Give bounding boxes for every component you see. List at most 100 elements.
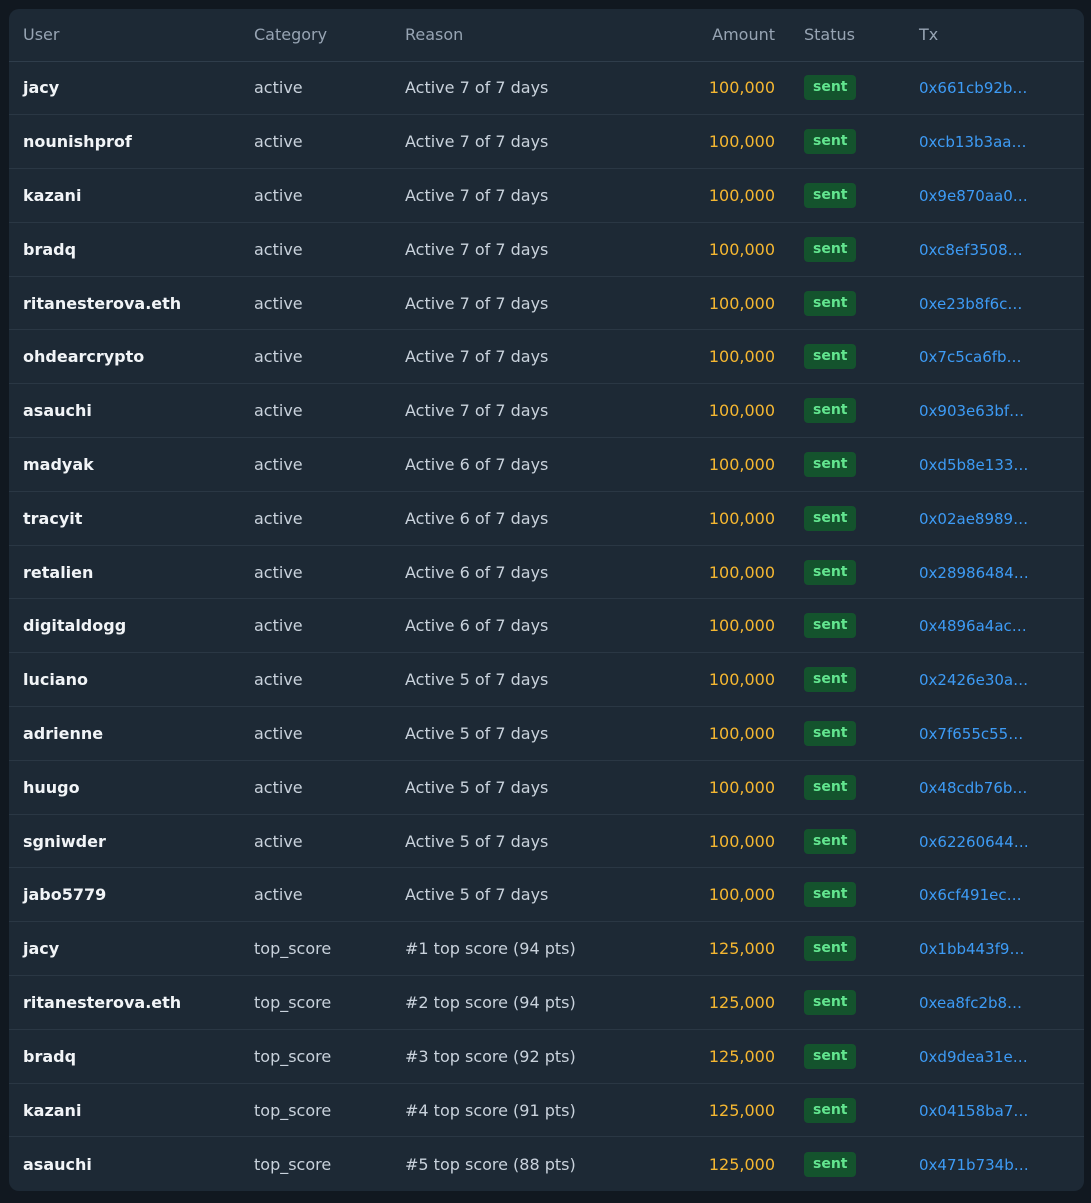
cell-user: bradq — [23, 1046, 77, 1066]
cell-user: retalien — [23, 562, 94, 582]
cell-reason: Active 5 of 7 days — [405, 670, 549, 690]
cell-category: active — [254, 78, 303, 98]
tx-link[interactable]: 0x9e870aa0… — [919, 187, 1028, 205]
cell-spacer — [775, 1083, 804, 1137]
tx-link[interactable]: 0x02ae8989… — [919, 510, 1028, 528]
cell-user: ritanesterova.eth — [23, 992, 182, 1012]
tx-link[interactable]: 0xd5b8e133… — [919, 456, 1028, 474]
cell-spacer — [775, 384, 804, 438]
cell-status: sent — [804, 491, 919, 545]
cell-reason: Active 6 of 7 days — [405, 508, 549, 528]
cell-category: top_score — [254, 992, 332, 1012]
cell-reason: #2 top score (94 pts) — [405, 992, 576, 1012]
tx-link[interactable]: 0x28986484… — [919, 564, 1029, 582]
cell-amount: 100,000 — [708, 132, 775, 152]
cell-reason: #4 top score (91 pts) — [405, 1100, 576, 1120]
cell-user: ohdearcrypto — [23, 347, 145, 367]
cell-category: active — [254, 562, 303, 582]
tx-link[interactable]: 0xd9dea31e… — [919, 1048, 1028, 1066]
tx-link[interactable]: 0x1bb443f9… — [919, 940, 1024, 958]
cell-spacer — [775, 276, 804, 330]
cell-status: sent — [804, 707, 919, 761]
tx-link[interactable]: 0xcb13b3aa… — [919, 133, 1026, 151]
cell-status: sent — [804, 599, 919, 653]
cell-spacer — [775, 438, 804, 492]
cell-user: jabo5779 — [23, 885, 107, 905]
table-row: nounishprof active Active 7 of 7 days 100,0… — [9, 115, 1084, 169]
cell-spacer — [775, 707, 804, 761]
status-badge: sent — [804, 75, 856, 101]
cell-category: active — [254, 723, 303, 743]
status-badge: sent — [804, 505, 856, 531]
table-row: sgniwder active Active 5 of 7 days 100,000 s… — [9, 814, 1084, 868]
cell-amount: 100,000 — [708, 401, 775, 421]
cell-amount: 100,000 — [708, 185, 775, 205]
cell-tx: 0xea8fc2b8… — [919, 976, 1084, 1030]
tx-link[interactable]: 0x903e63bf… — [919, 402, 1024, 420]
cell-spacer — [775, 491, 804, 545]
status-badge: sent — [804, 828, 856, 854]
cell-spacer — [775, 922, 804, 976]
cell-amount: 125,000 — [708, 1100, 775, 1120]
cell-user: kazani — [23, 1100, 82, 1120]
cell-category: active — [254, 293, 303, 313]
tx-link[interactable]: 0x471b734b… — [919, 1156, 1029, 1174]
cell-user: adrienne — [23, 723, 104, 743]
tx-link[interactable]: 0x48cdb76b… — [919, 779, 1027, 797]
cell-user: asauchi — [23, 401, 92, 421]
tx-link[interactable]: 0x2426e30a… — [919, 671, 1028, 689]
cell-amount: 100,000 — [708, 562, 775, 582]
table-row: retalien active Active 6 of 7 days 100,000 s… — [9, 545, 1084, 599]
tx-link[interactable]: 0x7c5ca6fb… — [919, 348, 1022, 366]
table-row: jacy top_score #1 top score (94 pts) 125,00… — [9, 922, 1084, 976]
cell-user: nounishprof — [23, 132, 132, 152]
tx-link[interactable]: 0x04158ba7… — [919, 1102, 1028, 1120]
tx-link[interactable]: 0xc8ef3508… — [919, 241, 1023, 259]
tx-link[interactable]: 0x4896a4ac… — [919, 617, 1027, 635]
cell-category: active — [254, 670, 303, 690]
cell-spacer — [775, 814, 804, 868]
cell-tx: 0x903e63bf… — [919, 384, 1084, 438]
status-badge: sent — [804, 882, 856, 908]
table-row: ohdearcrypto active Active 7 of 7 days 100,… — [9, 330, 1084, 384]
cell-user: sgniwder — [23, 831, 106, 851]
cell-user: madyak — [23, 454, 94, 474]
cell-tx: 0xc8ef3508… — [919, 222, 1084, 276]
cell-amount: 100,000 — [708, 777, 775, 797]
cell-tx: 0x661cb92b… — [919, 61, 1084, 115]
cell-amount: 100,000 — [708, 347, 775, 367]
status-badge: sent — [804, 236, 856, 262]
cell-status: sent — [804, 760, 919, 814]
cell-status: sent — [804, 115, 919, 169]
cell-status: sent — [804, 922, 919, 976]
cell-status: sent — [804, 545, 919, 599]
tx-link[interactable]: 0xea8fc2b8… — [919, 994, 1022, 1012]
status-badge: sent — [804, 1097, 856, 1123]
cell-category: top_score — [254, 939, 332, 959]
tx-link[interactable]: 0xe23b8f6c… — [919, 295, 1022, 313]
table-row: ritanesterova.eth top_score #2 top score (… — [9, 976, 1084, 1030]
cell-reason: Active 5 of 7 days — [405, 723, 549, 743]
table-row: madyak active Active 6 of 7 days 100,000 sen… — [9, 438, 1084, 492]
cell-spacer — [775, 545, 804, 599]
column-header-user: User — [9, 9, 254, 62]
cell-amount: 100,000 — [708, 508, 775, 528]
cell-status: sent — [804, 330, 919, 384]
payouts-table-panel: User Category Reason Amount Status Tx ja… — [9, 9, 1084, 1191]
cell-tx: 0x4896a4ac… — [919, 599, 1084, 653]
tx-link[interactable]: 0x6cf491ec… — [919, 886, 1022, 904]
cell-status: sent — [804, 1137, 919, 1191]
status-badge: sent — [804, 451, 856, 477]
cell-category: active — [254, 185, 303, 205]
cell-status: sent — [804, 868, 919, 922]
cell-user: bradq — [23, 239, 77, 259]
column-header-reason: Reason — [405, 9, 631, 62]
cell-status: sent — [804, 1083, 919, 1137]
tx-link[interactable]: 0x661cb92b… — [919, 79, 1027, 97]
table-row: jacy active Active 7 of 7 days 100,000 sent 0… — [9, 61, 1084, 115]
status-badge: sent — [804, 182, 856, 208]
cell-category: active — [254, 239, 303, 259]
tx-link[interactable]: 0x7f655c55… — [919, 725, 1023, 743]
tx-link[interactable]: 0x62260644… — [919, 833, 1029, 851]
cell-amount: 100,000 — [708, 670, 775, 690]
